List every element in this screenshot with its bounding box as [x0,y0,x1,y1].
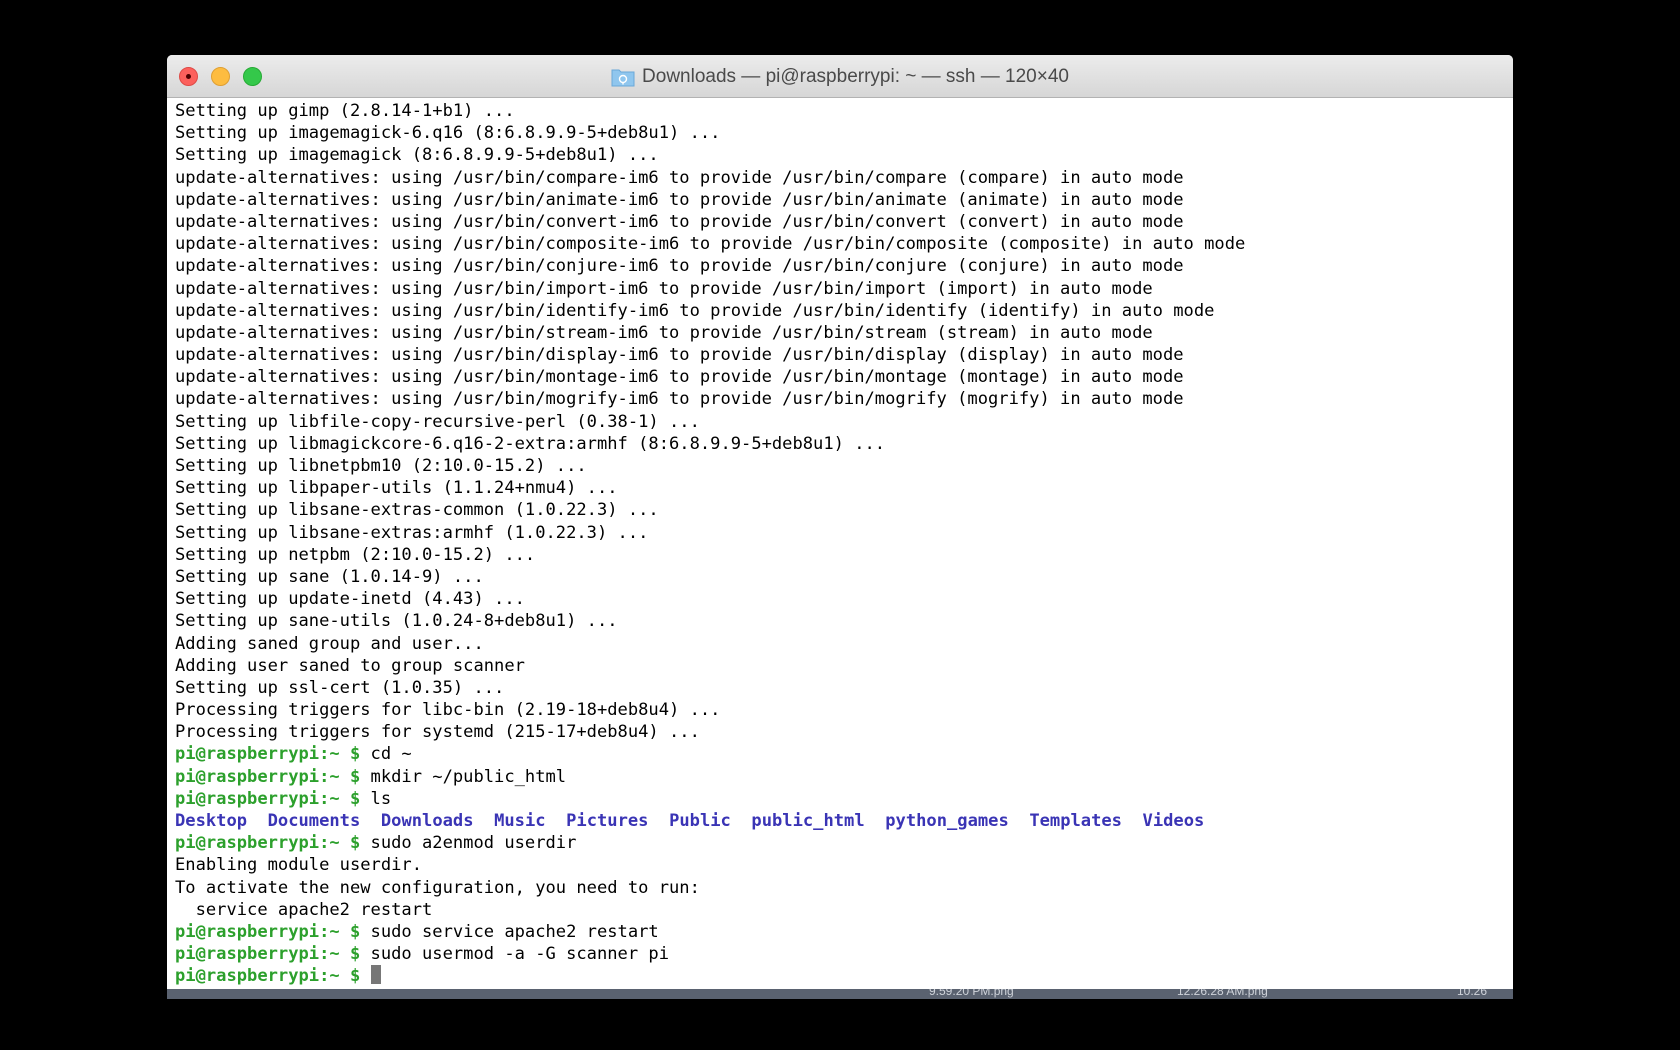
command-text: sudo a2enmod userdir [370,833,577,854]
background-file-label: 12.26.28 AM.png [1177,989,1268,998]
output-line: update-alternatives: using /usr/bin/disp… [175,345,1184,366]
title-container: Downloads — pi@raspberrypi: ~ — ssh — 12… [167,55,1513,98]
output-line: update-alternatives: using /usr/bin/comp… [175,167,1184,188]
output-line: update-alternatives: using /usr/bin/stre… [175,322,1153,343]
output-line: update-alternatives: using /usr/bin/mogr… [175,389,1184,410]
directory-entry[interactable]: Desktop [175,811,247,831]
folder-icon [611,67,635,87]
prompt-line: pi@raspberrypi:~ $ ls [175,788,1513,810]
shell-prompt: pi@raspberrypi:~ $ [175,944,361,965]
terminal-output[interactable]: Setting up gimp (2.8.14-1+b1) ... Setting… [175,100,1513,999]
output-line: To activate the new configuration, you n… [175,877,700,898]
directory-entry[interactable]: Public [669,811,731,831]
output-line: Adding saned group and user... [175,633,484,654]
output-line: update-alternatives: using /usr/bin/comp… [175,234,1246,255]
title-bar[interactable]: Downloads — pi@raspberrypi: ~ — ssh — 12… [167,55,1513,98]
output-line: Setting up libnetpbm10 (2:10.0-15.2) ... [175,456,587,476]
command-text: sudo service apache2 restart [370,921,659,942]
directory-entry[interactable]: python_games [885,811,1009,831]
output-line: update-alternatives: using /usr/bin/anim… [175,189,1184,210]
shell-prompt: pi@raspberrypi:~ $ [175,766,361,787]
directory-entry[interactable]: Documents [268,811,361,831]
shell-prompt: pi@raspberrypi:~ $ [175,921,361,942]
prompt-line: pi@raspberrypi:~ $ sudo a2enmod userdir [175,832,1513,854]
output-line: Enabling module userdir. [175,855,422,876]
shell-prompt: pi@raspberrypi:~ $ [175,744,361,765]
output-line: Setting up libpaper-utils (1.1.24+nmu4) … [175,478,618,499]
output-line: Setting up imagemagick (8:6.8.9.9-5+deb8… [175,145,659,166]
background-finder-strip: 9.59.20 PM.png 12.26.28 AM.png 10.26 [167,989,1513,999]
output-line: update-alternatives: using /usr/bin/conj… [175,256,1184,277]
prompt-line: pi@raspberrypi:~ $ mkdir ~/public_html [175,766,1513,788]
shell-prompt: pi@raspberrypi:~ $ [175,788,361,809]
output-line: Setting up gimp (2.8.14-1+b1) ... [175,101,515,121]
background-file-label: 9.59.20 PM.png [929,989,1014,998]
command-text: cd ~ [370,744,412,765]
prompt-line: pi@raspberrypi:~ $ [175,965,1513,987]
output-line: update-alternatives: using /usr/bin/impo… [175,278,1153,299]
output-line: Setting up libsane-extras-common (1.0.22… [175,500,659,521]
output-line: Setting up ssl-cert (1.0.35) ... [175,677,505,698]
directory-entry[interactable]: public_html [751,811,864,831]
background-file-label: 10.26 [1457,989,1488,998]
output-line: Processing triggers for systemd (215-17+… [175,722,700,743]
shell-prompt: pi@raspberrypi:~ $ [175,833,361,854]
directory-entry[interactable]: Videos [1143,811,1205,831]
prompt-line: pi@raspberrypi:~ $ cd ~ [175,743,1513,765]
prompt-line: pi@raspberrypi:~ $ sudo service apache2 … [175,921,1513,943]
prompt-line: pi@raspberrypi:~ $ sudo usermod -a -G sc… [175,943,1513,965]
directory-entry[interactable]: Templates [1029,811,1122,831]
window-title: Downloads — pi@raspberrypi: ~ — ssh — 12… [642,65,1069,87]
command-text: mkdir ~/public_html [370,766,567,787]
output-line: Setting up update-inetd (4.43) ... [175,589,525,610]
directory-entry[interactable]: Downloads [381,811,474,831]
output-line: Setting up imagemagick-6.q16 (8:6.8.9.9-… [175,123,721,144]
output-line: update-alternatives: using /usr/bin/mont… [175,367,1184,388]
output-line: Setting up libfile-copy-recursive-perl (… [175,411,700,432]
output-line: Setting up netpbm (2:10.0-15.2) ... [175,544,536,565]
text-cursor[interactable] [370,965,381,985]
ls-output-line: Desktop Documents Downloads Music Pictur… [175,810,1513,832]
output-line: update-alternatives: using /usr/bin/iden… [175,300,1215,321]
directory-entry[interactable]: Music [494,811,545,831]
output-line: Setting up libsane-extras:armhf (1.0.22.… [175,522,649,543]
output-line: Processing triggers for libc-bin (2.19-1… [175,700,721,721]
command-text: ls [370,788,392,809]
terminal-window: Downloads — pi@raspberrypi: ~ — ssh — 12… [167,55,1513,999]
command-text: sudo usermod -a -G scanner pi [370,944,669,965]
output-line: service apache2 restart [175,899,433,920]
shell-prompt: pi@raspberrypi:~ $ [175,966,361,987]
directory-entry[interactable]: Pictures [566,811,648,831]
output-line: Setting up libmagickcore-6.q16-2-extra:a… [175,433,886,454]
output-line: Setting up sane-utils (1.0.24-8+deb8u1) … [175,611,618,632]
output-line: Adding user saned to group scanner [175,655,525,676]
output-line: update-alternatives: using /usr/bin/conv… [175,211,1184,232]
output-line: Setting up sane (1.0.14-9) ... [175,566,484,587]
